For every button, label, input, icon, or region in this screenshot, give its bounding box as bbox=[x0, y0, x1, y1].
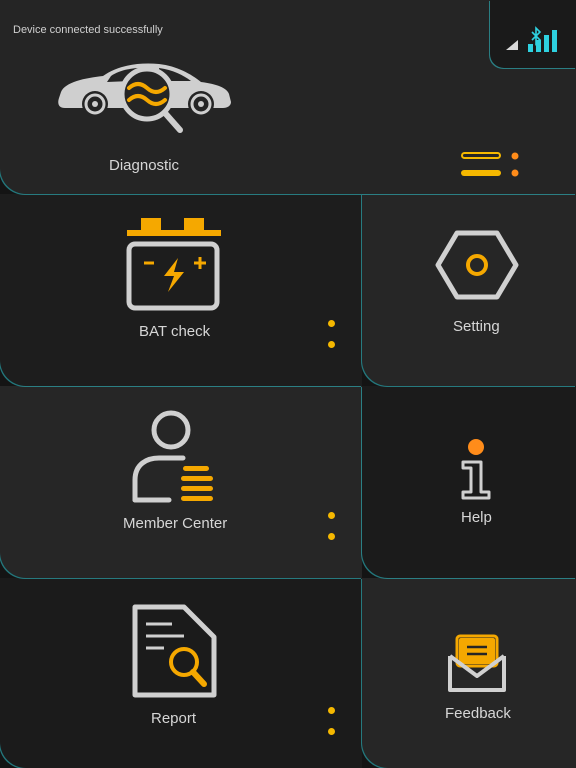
setting-tile[interactable]: Setting bbox=[362, 194, 576, 386]
feedback-label: Feedback bbox=[445, 705, 511, 722]
menu-lines-icon[interactable] bbox=[461, 151, 521, 181]
bluetooth-icon bbox=[531, 26, 542, 46]
more-dot bbox=[328, 341, 335, 348]
bat-check-tile[interactable]: BAT check bbox=[0, 194, 362, 386]
help-label: Help bbox=[461, 509, 492, 526]
more-dot bbox=[328, 512, 335, 519]
report-tile[interactable]: Report bbox=[0, 578, 362, 768]
more-dot bbox=[328, 320, 335, 327]
settings-icon bbox=[435, 230, 519, 300]
more-dot bbox=[328, 707, 335, 714]
help-tile[interactable]: Help bbox=[362, 386, 576, 578]
connection-status: Device connected successfully bbox=[13, 24, 163, 36]
more-dot bbox=[328, 728, 335, 735]
diagnostic-label: Diagnostic bbox=[109, 157, 180, 174]
battery-icon bbox=[126, 218, 221, 311]
info-icon bbox=[461, 439, 491, 500]
bat-check-label: BAT check bbox=[139, 323, 211, 340]
report-icon bbox=[132, 604, 217, 698]
car-search-icon bbox=[58, 63, 231, 133]
device-status-box bbox=[490, 0, 576, 68]
member-center-tile[interactable]: Member Center bbox=[0, 386, 362, 578]
setting-label: Setting bbox=[453, 318, 500, 335]
feedback-tile[interactable]: Feedback bbox=[362, 578, 576, 768]
report-label: Report bbox=[151, 710, 197, 727]
member-center-label: Member Center bbox=[123, 515, 228, 532]
feedback-mail-icon bbox=[448, 634, 506, 692]
member-icon bbox=[132, 410, 213, 503]
more-dot bbox=[328, 533, 335, 540]
